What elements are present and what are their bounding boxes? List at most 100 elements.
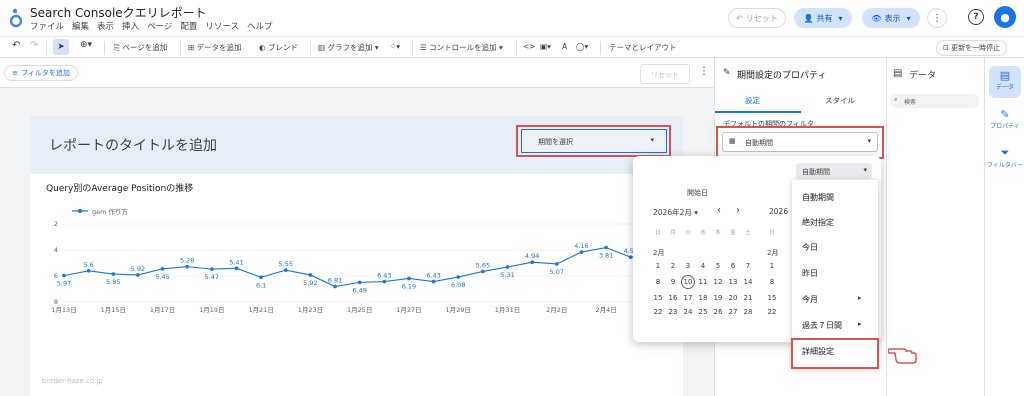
reset-button[interactable]: ↶ リセット [728,8,786,28]
calendar-day[interactable]: 1 [651,262,665,270]
calendar-day[interactable]: 17 [681,294,695,302]
calendar-day[interactable]: 24 [681,308,695,316]
tab-setup[interactable]: 設定 [745,95,760,106]
select-cursor-icon[interactable]: ➤ [53,39,69,55]
range-type-select[interactable]: 自動期間 ▾ [796,163,872,179]
zoom-icon[interactable]: ⊕▾ [80,40,92,50]
data-point [62,273,66,278]
help-icon[interactable]: ? [968,9,984,25]
data-label: 6.19 [402,282,416,290]
undo-icon[interactable]: ↶ [12,40,20,51]
data-point [210,267,214,271]
option-last-7-days[interactable]: 過去７日間 [802,320,842,331]
calendar-day[interactable]: 1 [765,262,779,270]
option-auto[interactable]: 自動期間 [802,192,834,203]
calendar-day[interactable]: 4 [696,262,710,270]
data-label: 4.94 [525,252,539,260]
add-filter-button[interactable]: ≡ フィルタを追加 [4,65,78,81]
report-name[interactable]: Search Consoleクエリレポート [30,4,207,21]
rail-properties-button[interactable]: ✎ プロパティ [987,108,1023,130]
prev-month-icon[interactable]: ‹ [717,205,721,216]
calendar-day[interactable]: 12 [711,278,725,286]
menu-view[interactable]: 表示 [97,20,114,32]
theme-layout-button[interactable]: テーマとレイアウト [609,42,677,53]
share-button[interactable]: 👤 共有 ▾ [794,8,852,28]
more-vert-icon[interactable]: ⋮ [699,66,709,77]
calendar-day[interactable]: 27 [726,308,740,316]
second-month-label: 2026 [769,207,789,216]
option-today[interactable]: 今日 [802,242,818,253]
calendar-day[interactable]: 8 [651,278,665,286]
calendar-day[interactable]: 6 [726,262,740,270]
add-page-button[interactable]: ⎘ ページを追加 [114,42,167,53]
y-tick-label: 4 [54,246,58,254]
calendar-day[interactable]: 11 [696,278,710,286]
data-point [308,273,313,277]
calendar-day[interactable]: 10 [681,275,695,289]
add-data-button[interactable]: ⊞ データを追加 [188,42,242,53]
calendar-day[interactable]: 25 [696,308,710,316]
calendar-day[interactable]: 13 [726,278,740,286]
shape-icon[interactable]: ◯▾ [576,42,588,51]
tab-setup-underline [715,111,801,113]
data-point [357,280,362,285]
data-panel-title: データ [909,71,937,81]
data-search-input[interactable]: ⌕ 検索 [890,94,979,108]
calendar-day[interactable]: 16 [666,294,680,302]
calendar-day[interactable]: 15 [765,294,779,302]
undo-icon: ↶ [736,13,743,23]
calendar-day[interactable]: 28 [741,308,755,316]
data-point [333,284,337,289]
date-range-selector[interactable]: 期間を選択 ▾ [521,129,667,153]
menu-help[interactable]: ヘルプ [247,20,273,32]
blend-button[interactable]: ◐ ブレンド [259,42,298,53]
menu-insert[interactable]: 挿入 [122,20,139,32]
option-yesterday[interactable]: 昨日 [802,268,818,279]
image-icon[interactable]: ▣▾ [540,42,551,51]
calendar-day[interactable]: 5 [711,262,725,270]
filterbar-reset-button[interactable]: リセット [640,64,690,84]
calendar-day[interactable]: 22 [765,308,779,316]
avatar[interactable]: ● [994,6,1016,28]
redo-icon[interactable]: ↷ [30,40,38,51]
component-icon[interactable]: ⁘▾ [390,42,400,51]
report-title[interactable]: レポートのタイトルを追加 [49,135,217,155]
text-icon[interactable]: A [562,42,567,51]
line-chart[interactable]: 24681月13日 1月15日 1月17日 1月19日 1月21日 1月23日 1月25日 1… [30,196,683,320]
view-button[interactable]: 👁 表示 ▾ [862,8,920,28]
calendar-day[interactable]: 21 [741,294,755,302]
pause-update-button[interactable]: ⊡ 更新を一時停止 [936,40,1008,56]
tab-style[interactable]: スタイル [825,95,855,106]
more-options-button[interactable]: ⋮ [927,8,947,28]
calendar-day[interactable]: 20 [726,294,740,302]
calendar-day[interactable]: 2 [666,262,680,270]
calendar-day[interactable]: 15 [651,294,665,302]
code-icon[interactable]: <> [523,42,536,51]
calendar-day[interactable]: 8 [765,278,779,286]
option-this-month[interactable]: 今月 [802,294,818,305]
calendar-day[interactable]: 22 [651,308,665,316]
menu-file[interactable]: ファイル [30,20,64,32]
add-control-button[interactable]: ☰ コントロールを追加 ▾ [420,42,503,53]
calendar-day[interactable]: 14 [741,278,755,286]
rail-filter-button[interactable]: ⏷ フィルタバー [987,146,1023,169]
default-range-dropdown[interactable]: ▦ 自動期間 ▾ [722,132,878,152]
legend-marker [78,209,82,213]
add-chart-button[interactable]: ▥ グラフを追加 ▾ [318,42,379,53]
calendar-day[interactable]: 3 [681,262,695,270]
month-selector[interactable]: 2026年2月 ▾ [653,207,698,218]
rail-data-button[interactable]: ▤ データ [989,66,1021,98]
menu-resource[interactable]: リソース [205,20,239,32]
menu-page[interactable]: ページ [147,20,172,32]
calendar-day[interactable]: 19 [711,294,725,302]
menu-edit[interactable]: 編集 [72,20,89,32]
option-absolute[interactable]: 絶対指定 [802,217,834,228]
calendar-day[interactable]: 18 [696,294,710,302]
data-point [481,269,485,274]
next-month-icon[interactable]: › [736,205,740,216]
calendar-day[interactable]: 23 [666,308,680,316]
calendar-day[interactable]: 7 [741,262,755,270]
calendar-day[interactable]: 26 [711,308,725,316]
calendar-day[interactable]: 9 [666,278,680,286]
menu-arrange[interactable]: 配置 [180,20,197,32]
